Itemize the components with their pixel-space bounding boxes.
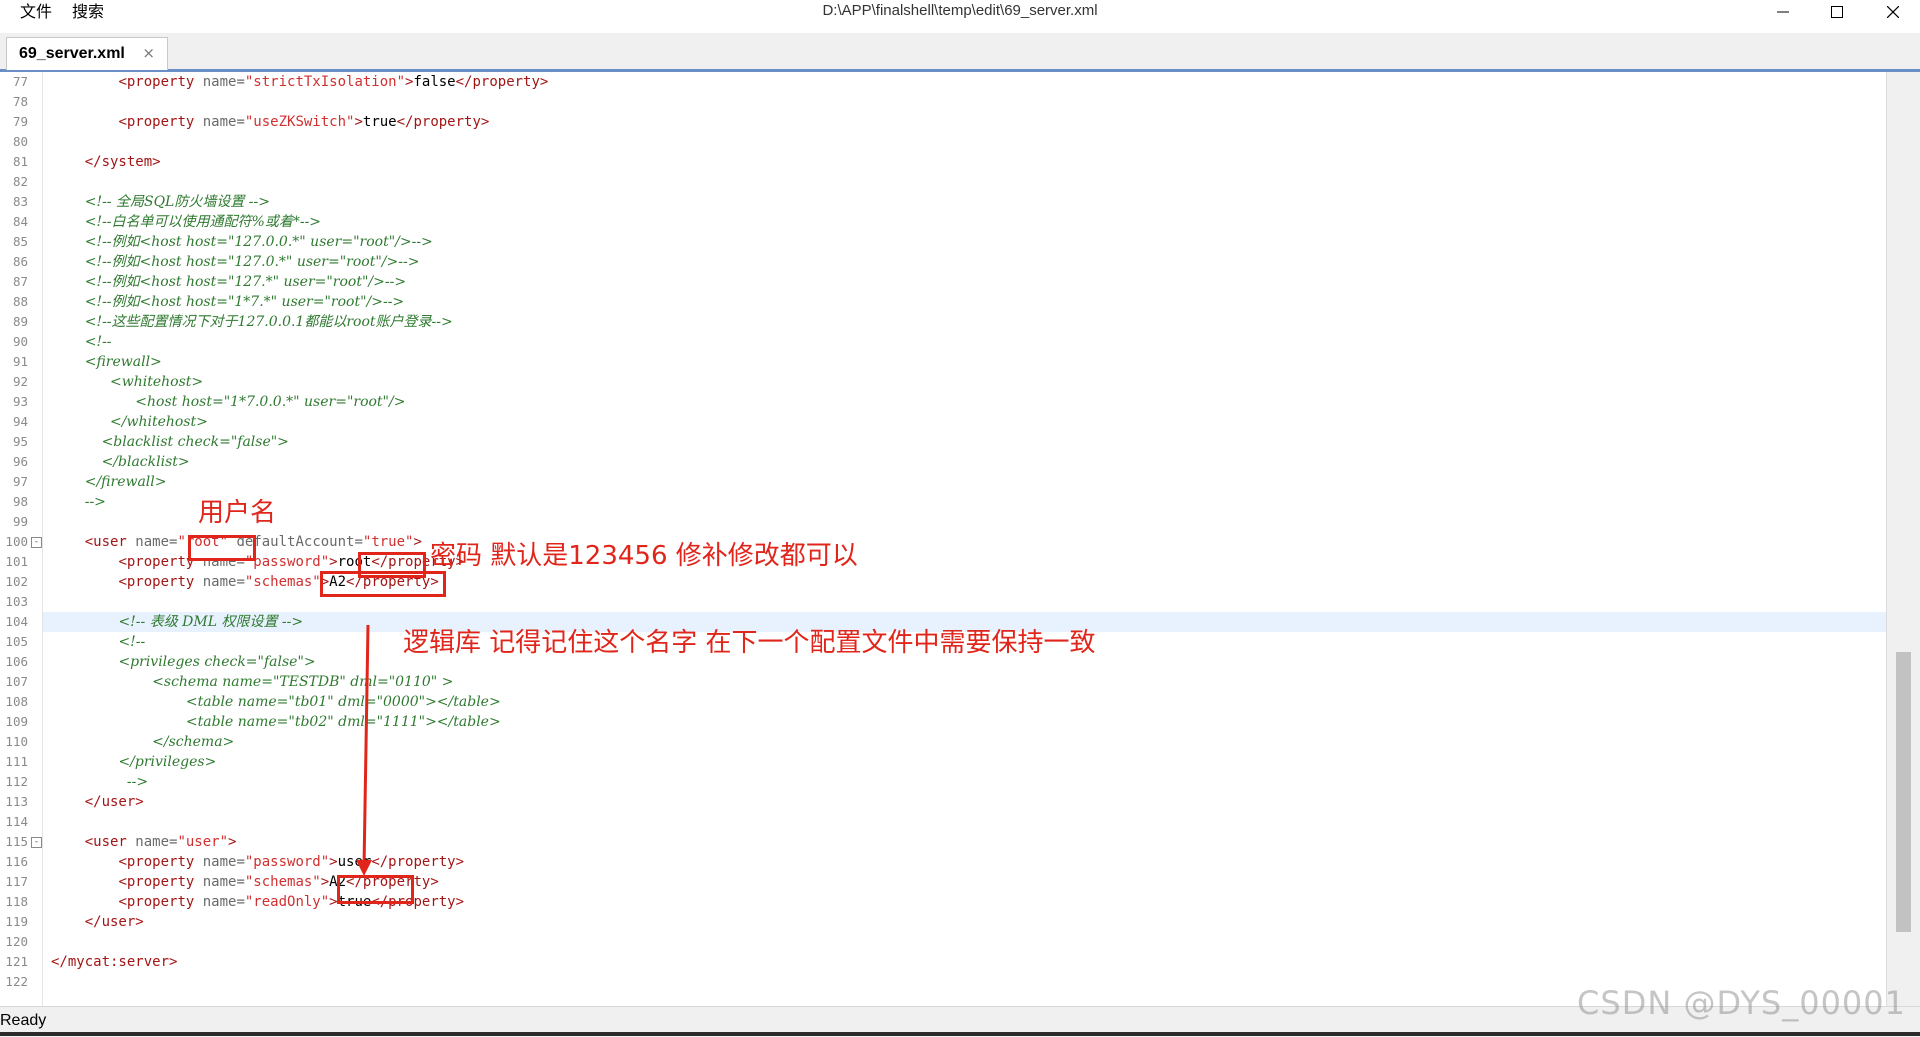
close-window-button[interactable] (1870, 0, 1916, 24)
tab-69-server-xml[interactable]: 69_server.xml × (6, 37, 168, 70)
close-icon (1887, 6, 1899, 18)
vertical-scrollbar[interactable] (1886, 72, 1920, 1006)
minimize-icon (1777, 11, 1789, 13)
tab-label: 69_server.xml (19, 45, 125, 62)
scrollbar-thumb[interactable] (1896, 652, 1911, 932)
watermark: CSDN @DYS_00001 (1577, 984, 1906, 1022)
minimize-button[interactable] (1760, 0, 1806, 24)
status-text: Ready (0, 1012, 47, 1029)
annotation-arrow (356, 624, 372, 876)
tab-bar: 69_server.xml × (0, 33, 1920, 72)
taskbar-strip (0, 1032, 1920, 1036)
title-bar: 文件 搜索 D:\APP\finalshell\temp\edit\69_ser… (0, 0, 1920, 24)
window-title: D:\APP\finalshell\temp\edit\69_server.xm… (822, 2, 1098, 19)
tab-close-icon[interactable]: × (142, 44, 155, 62)
maximize-icon (1831, 6, 1843, 18)
code-editor[interactable]: 77 78 79 80 81 82 83 84 85 86 87 88 89 90 91 92 93 94 95 96… (0, 72, 1887, 1006)
maximize-button[interactable] (1814, 0, 1860, 24)
